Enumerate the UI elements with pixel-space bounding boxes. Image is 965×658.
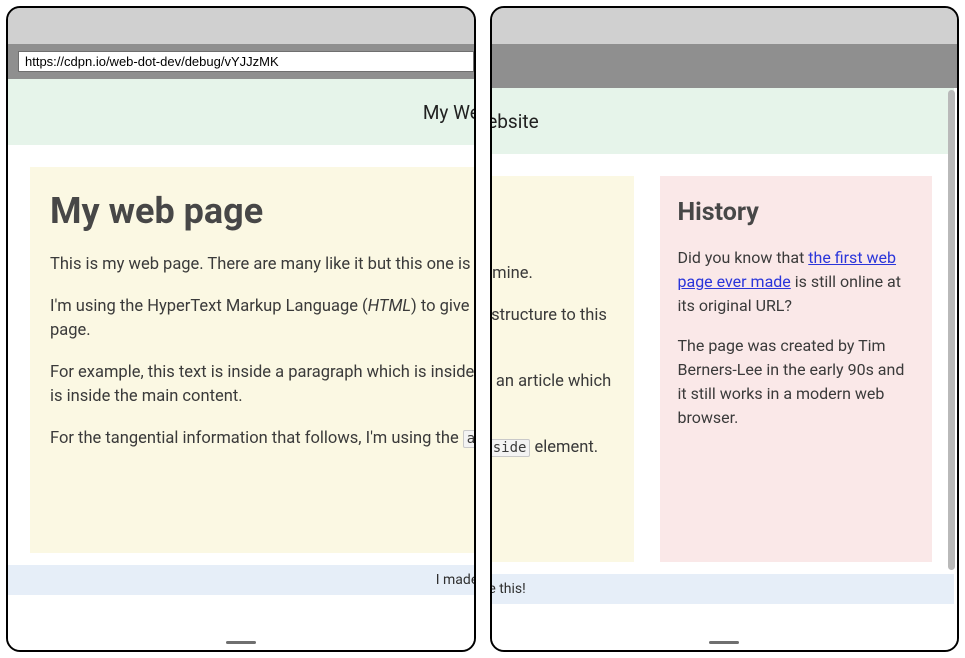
site-footer: I made this! [8, 565, 474, 595]
article-p1: This is my web page. There are many like… [492, 262, 614, 286]
site-header: My Website [8, 79, 474, 145]
device-top-bar [8, 8, 474, 44]
aside-heading: History [678, 194, 914, 232]
aside: History Did you know that the first web … [660, 176, 932, 562]
page-content: My Website My web page This is my web pa… [492, 88, 954, 604]
scrollbar-thumb[interactable] [948, 90, 955, 570]
device-left: My Website My web page This is my web pa… [6, 6, 476, 652]
html-abbr: HTML [368, 297, 411, 316]
article-p4a: For the tangential information that foll… [50, 429, 463, 448]
article-heading: My web page [50, 185, 474, 237]
aside-p2: The page was created by Tim Berners-Lee … [678, 334, 914, 430]
article: My web page This is my web page. There a… [492, 176, 634, 562]
main-row: My web page This is my web page. There a… [492, 154, 954, 572]
article-p4b: element. [530, 438, 598, 457]
url-input[interactable] [18, 51, 474, 72]
aside-code-tag: aside [492, 439, 531, 457]
article-p2: I'm using the HyperText Markup Language … [50, 295, 474, 343]
article: My web page This is my web page. There a… [30, 167, 474, 553]
article-p3: For example, this text is inside a parag… [50, 361, 474, 409]
scrollbar[interactable] [945, 88, 957, 650]
site-title: My Website [492, 110, 539, 133]
aside-p1a: Did you know that [678, 248, 809, 267]
site-footer: I made this! [492, 574, 954, 604]
url-bar [8, 44, 474, 79]
article-p1: This is my web page. There are many like… [50, 253, 474, 277]
article-heading: My web page [492, 194, 614, 246]
footer-text: I made this! [436, 572, 474, 588]
footer-text: I made this! [492, 581, 526, 597]
article-p3: For example, this text is inside a parag… [492, 370, 614, 418]
page-content: My Website My web page This is my web pa… [8, 79, 474, 595]
article-p4: For the tangential information that foll… [492, 436, 614, 460]
article-p2: I'm using the HyperText Markup Language … [492, 304, 614, 352]
device-top-bar [492, 8, 958, 44]
article-p2b: ) to give structure to this page. [492, 306, 607, 349]
device-pair: My Website My web page This is my web pa… [0, 0, 965, 658]
url-bar [492, 44, 958, 88]
aside-p1: Did you know that the first web page eve… [678, 246, 914, 318]
article-p4: For the tangential information that foll… [50, 427, 474, 451]
article-p2a: I'm using the HyperText Markup Language … [50, 297, 368, 316]
home-handle-icon[interactable] [226, 641, 256, 644]
site-header: My Website [492, 88, 954, 154]
viewport-right[interactable]: My Website My web page This is my web pa… [492, 88, 958, 650]
viewport-left[interactable]: My Website My web page This is my web pa… [8, 79, 474, 650]
main-row: My web page This is my web page. There a… [8, 145, 474, 563]
device-right: My Website My web page This is my web pa… [490, 6, 960, 652]
aside-code-tag: aside [463, 430, 474, 448]
home-handle-icon[interactable] [709, 641, 739, 644]
site-title: My Website [423, 101, 474, 124]
